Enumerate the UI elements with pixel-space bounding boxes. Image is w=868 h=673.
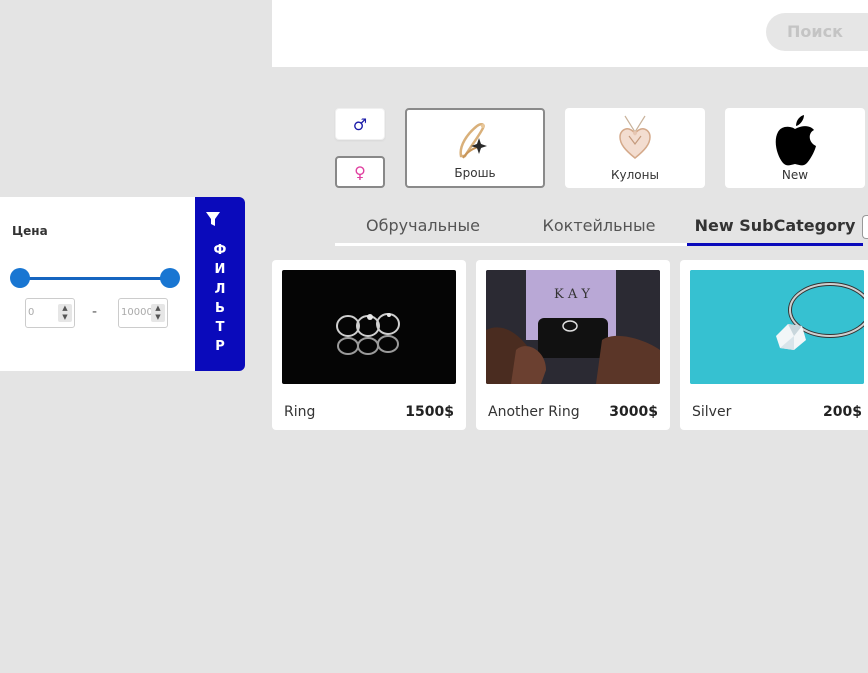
category-label: Кулоны xyxy=(611,168,659,182)
category-card-brooch[interactable]: Брошь xyxy=(405,108,545,188)
tab-underline xyxy=(335,243,511,246)
max-price-stepper[interactable]: ▲ ▼ xyxy=(151,304,165,322)
female-filter-button[interactable]: ♀ xyxy=(335,156,385,188)
apple-icon xyxy=(775,115,816,166)
category-label: Брошь xyxy=(454,166,496,180)
female-icon: ♀ xyxy=(354,162,366,182)
filter-letter: Ф xyxy=(213,243,227,258)
product-name: Silver xyxy=(692,404,732,420)
tab-label: Обручальные xyxy=(366,216,480,235)
tab-cocktail[interactable]: Коктейльные xyxy=(511,208,687,246)
pendant-icon xyxy=(619,115,651,159)
tab-active-underline xyxy=(687,243,863,246)
product-card-ring[interactable]: Ring 1500$ xyxy=(272,260,466,430)
max-price-value: 10000 xyxy=(121,307,153,318)
product-price: 3000$ xyxy=(609,404,658,420)
min-price-value: 0 xyxy=(28,307,35,318)
filter-letter: И xyxy=(214,262,226,278)
tab-label: New SubCategory xyxy=(694,216,856,235)
tab-new-subcategory[interactable]: New SubCategory xyxy=(687,208,863,246)
product-name: Ring xyxy=(284,404,316,420)
ring-box-photo: K A Y xyxy=(486,270,660,384)
price-slider-track[interactable] xyxy=(20,277,170,280)
subcategory-tabs: Обручальные Коктейльные New SubCategory xyxy=(335,208,868,248)
svg-text:K A Y: K A Y xyxy=(554,287,590,302)
product-price: 200$ xyxy=(823,404,862,420)
product-name: Another Ring xyxy=(488,404,580,420)
filter-toggle-button[interactable]: Ф И Л Ь Т Р xyxy=(195,197,245,371)
range-separator: - xyxy=(92,304,98,320)
filter-letter: Р xyxy=(215,339,225,355)
tab-wedding[interactable]: Обручальные xyxy=(335,208,511,246)
funnel-icon xyxy=(206,212,220,226)
product-card-another-ring[interactable]: K A Y Another Ring 3000$ xyxy=(476,260,670,430)
min-price-input[interactable]: 0 ▲ ▼ xyxy=(25,298,75,328)
filter-letter: Т xyxy=(215,320,225,336)
category-card-pendants[interactable]: Кулоны xyxy=(565,108,705,188)
price-label: Цена xyxy=(12,224,48,238)
product-image[interactable]: K A Y xyxy=(486,270,660,384)
min-price-stepper[interactable]: ▲ ▼ xyxy=(58,304,72,322)
product-image[interactable] xyxy=(282,270,456,384)
category-card-new[interactable]: New xyxy=(725,108,865,188)
filter-label: Ф И Л Ь Т Р xyxy=(195,241,245,357)
tab-label: Коктейльные xyxy=(542,216,656,235)
max-price-input[interactable]: 10000 ▲ ▼ xyxy=(118,298,168,328)
product-card-silver[interactable]: Silver 200$ xyxy=(680,260,868,430)
category-label: New xyxy=(781,168,809,182)
diamond-ring-photo xyxy=(690,270,864,384)
price-slider-min-thumb[interactable] xyxy=(10,268,30,288)
filter-letter: Ь xyxy=(215,300,225,316)
filter-letter: Л xyxy=(214,281,226,297)
brooch-icon xyxy=(459,123,487,159)
product-image[interactable] xyxy=(690,270,864,384)
rings-photo xyxy=(336,313,400,355)
product-price: 1500$ xyxy=(405,404,454,420)
tab-underline xyxy=(511,243,687,246)
price-slider-max-thumb[interactable] xyxy=(160,268,180,288)
male-icon: ♂ xyxy=(352,114,368,134)
male-filter-button[interactable]: ♂ xyxy=(335,108,385,140)
search-button[interactable]: Поиск xyxy=(766,13,868,51)
